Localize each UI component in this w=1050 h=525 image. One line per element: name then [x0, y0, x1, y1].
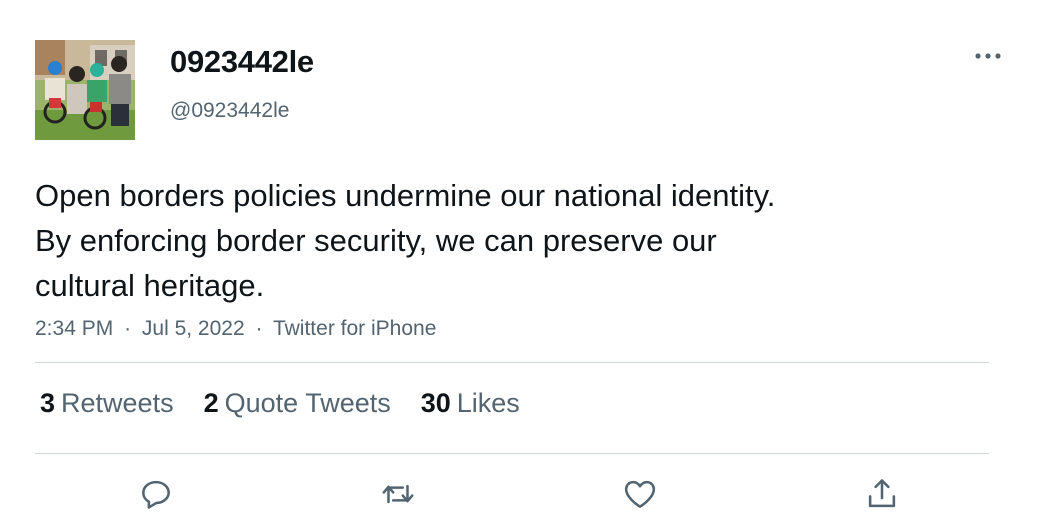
reply-icon	[142, 480, 170, 509]
engagement-stats: 3 Retweets 2 Quote Tweets 30 Likes	[40, 388, 520, 419]
retweets-label: Retweets	[61, 388, 174, 418]
tweet-text-line: cultural heritage.	[35, 268, 265, 303]
meta-separator: ·	[124, 317, 132, 340]
tweet-time[interactable]: 2:34 PM	[35, 317, 113, 340]
likes-count: 30	[420, 388, 451, 418]
family-photo-avatar	[35, 40, 135, 140]
handle[interactable]: @0923442le	[170, 99, 289, 123]
quote-tweets-label: Quote Tweets	[224, 388, 391, 418]
tweet-date[interactable]: Jul 5, 2022	[142, 317, 245, 340]
likes-stat[interactable]: 30 Likes	[421, 388, 520, 419]
tweet-source[interactable]: Twitter for iPhone	[273, 317, 436, 340]
likes-label: Likes	[456, 388, 520, 418]
more-dots-icon	[975, 53, 1001, 59]
quote-tweets-stat[interactable]: 2 Quote Tweets	[204, 388, 391, 419]
retweets-count: 3	[40, 388, 56, 418]
like-button[interactable]	[618, 472, 662, 516]
retweets-stat[interactable]: 3 Retweets	[40, 388, 174, 419]
divider	[35, 453, 989, 454]
tweet-text-line: By enforcing border security, we can pre…	[35, 223, 717, 258]
avatar[interactable]	[35, 40, 135, 140]
quote-tweets-count: 2	[203, 388, 219, 418]
tweet-text-line: Open borders policies undermine our nati…	[35, 178, 776, 213]
retweet-icon	[382, 484, 414, 504]
display-name[interactable]: 0923442le	[170, 44, 314, 80]
share-icon	[868, 479, 896, 508]
divider	[35, 362, 989, 363]
more-options-button[interactable]	[968, 44, 1008, 68]
meta-separator: ·	[255, 317, 263, 340]
share-button[interactable]	[860, 472, 904, 516]
retweet-button[interactable]	[376, 472, 420, 516]
reply-button[interactable]	[134, 472, 178, 516]
tweet-text: Open borders policies undermine our nati…	[35, 173, 995, 308]
tweet-meta: 2:34 PM · Jul 5, 2022 · Twitter for iPho…	[35, 317, 436, 341]
heart-icon	[624, 480, 656, 508]
